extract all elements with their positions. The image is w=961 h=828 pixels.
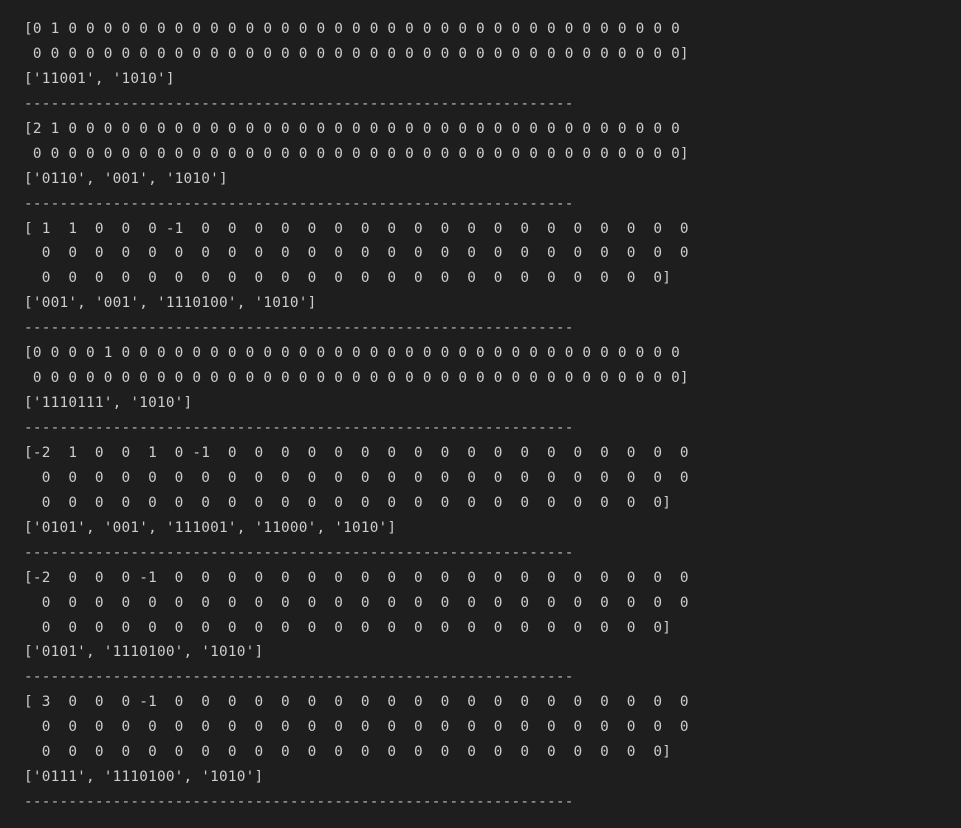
output-line: 0 0 0 0 0 0 0 0 0 0 0 0 0 0 0 0 0 0 0 0 … [24, 370, 689, 387]
output-line: 0 0 0 0 0 0 0 0 0 0 0 0 0 0 0 0 0 0 0 0 … [24, 45, 689, 62]
terminal-output: [0 1 0 0 0 0 0 0 0 0 0 0 0 0 0 0 0 0 0 0… [0, 0, 961, 828]
output-line: 0 0 0 0 0 0 0 0 0 0 0 0 0 0 0 0 0 0 0 0 … [24, 594, 689, 611]
output-line: [0 1 0 0 0 0 0 0 0 0 0 0 0 0 0 0 0 0 0 0… [24, 21, 680, 37]
output-line: ['0101', '1110100', '1010'] [24, 644, 264, 661]
separator-line: ----------------------------------------… [24, 420, 574, 436]
output-line: 0 0 0 0 0 0 0 0 0 0 0 0 0 0 0 0 0 0 0 0 … [24, 145, 689, 162]
output-line: 0 0 0 0 0 0 0 0 0 0 0 0 0 0 0 0 0 0 0 0 … [24, 619, 672, 636]
separator-line: ----------------------------------------… [24, 95, 574, 112]
output-line: 0 0 0 0 0 0 0 0 0 0 0 0 0 0 0 0 0 0 0 0 … [24, 469, 689, 486]
output-line: [ 1 1 0 0 0 -1 0 0 0 0 0 0 0 0 0 0 0 0 0… [24, 220, 689, 237]
separator-line: ----------------------------------------… [24, 794, 574, 811]
output-line: 0 0 0 0 0 0 0 0 0 0 0 0 0 0 0 0 0 0 0 0 … [24, 494, 672, 511]
output-line: [0 0 0 0 1 0 0 0 0 0 0 0 0 0 0 0 0 0 0 0… [24, 345, 680, 362]
separator-line: ----------------------------------------… [24, 669, 574, 686]
output-line: ['0101', '001', '111001', '11000', '1010… [24, 519, 397, 536]
output-line: 0 0 0 0 0 0 0 0 0 0 0 0 0 0 0 0 0 0 0 0 … [24, 719, 689, 736]
output-line: 0 0 0 0 0 0 0 0 0 0 0 0 0 0 0 0 0 0 0 0 … [24, 270, 672, 287]
output-line: ['0110', '001', '1010'] [24, 170, 228, 187]
output-line: [2 1 0 0 0 0 0 0 0 0 0 0 0 0 0 0 0 0 0 0… [24, 120, 680, 137]
output-line: [-2 1 0 0 1 0 -1 0 0 0 0 0 0 0 0 0 0 0 0… [24, 444, 689, 461]
output-line: ['1110111', '1010'] [24, 395, 193, 412]
output-line: 0 0 0 0 0 0 0 0 0 0 0 0 0 0 0 0 0 0 0 0 … [24, 744, 672, 761]
output-line: [-2 0 0 0 -1 0 0 0 0 0 0 0 0 0 0 0 0 0 0… [24, 569, 689, 586]
output-line: ['001', '001', '1110100', '1010'] [24, 295, 317, 312]
separator-line: ----------------------------------------… [24, 195, 574, 212]
separator-line: ----------------------------------------… [24, 320, 574, 337]
output-line: 0 0 0 0 0 0 0 0 0 0 0 0 0 0 0 0 0 0 0 0 … [24, 245, 689, 262]
separator-line: ----------------------------------------… [24, 544, 574, 561]
output-line: ['0111', '1110100', '1010'] [24, 769, 264, 786]
output-line: [ 3 0 0 0 -1 0 0 0 0 0 0 0 0 0 0 0 0 0 0… [24, 694, 689, 711]
output-line: ['11001', '1010'] [24, 70, 175, 87]
